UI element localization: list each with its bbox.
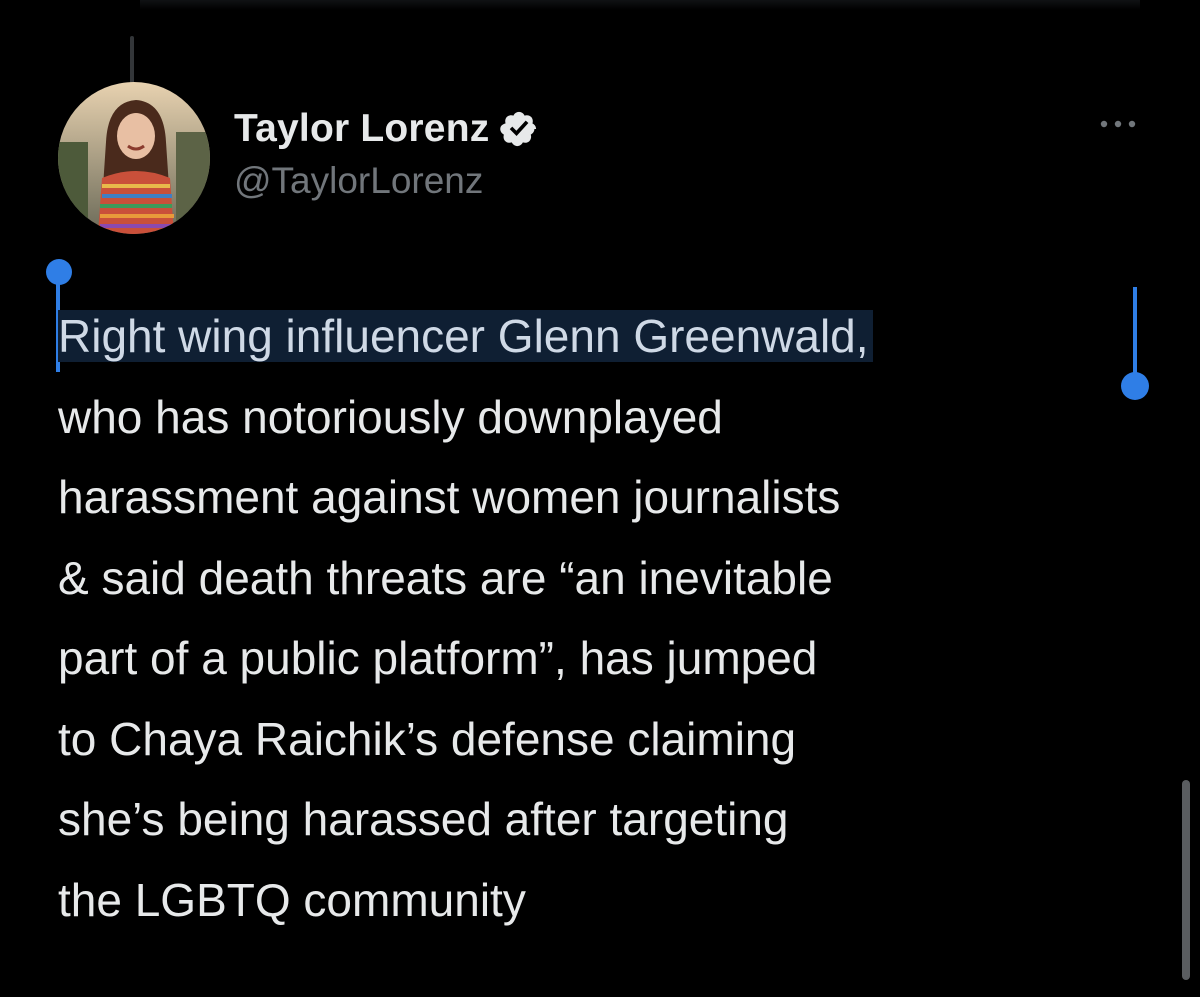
tweet-text-line-5: part of a public platform”, has jumped: [58, 632, 818, 684]
tweet-text-line-1: Right wing influencer Glenn Greenwald,: [58, 296, 1158, 377]
verified-badge-icon: [499, 109, 539, 149]
tweet-text-line-3: harassment against women journalists: [58, 471, 841, 523]
thread-connector-line: [130, 36, 134, 88]
tweet-text-line-7: she’s being harassed after targeting: [58, 793, 789, 845]
tweet-text: Right wing influencer Glenn Greenwald, w…: [58, 296, 1158, 940]
selected-text[interactable]: Right wing influencer Glenn Greenwald,: [58, 310, 873, 362]
selection-end-caret: [1133, 287, 1137, 383]
author-handle[interactable]: @TaylorLorenz: [234, 160, 483, 202]
author-name-row: Taylor Lorenz: [234, 104, 539, 154]
author-display-name[interactable]: Taylor Lorenz: [234, 107, 489, 151]
tweet-text-line-2: who has notoriously downplayed: [58, 390, 723, 443]
scrollbar[interactable]: [1182, 780, 1190, 980]
tweet-text-line-8: the LGBTQ community: [58, 873, 526, 926]
selection-end-handle[interactable]: [1121, 372, 1149, 400]
avatar-image: [58, 82, 210, 234]
tweet-text-line-4: & said death threats are “an inevitable: [58, 551, 833, 604]
more-options-icon[interactable]: [1098, 112, 1138, 136]
previous-tweet-edge: [140, 0, 1140, 10]
avatar[interactable]: [58, 82, 210, 234]
tweet-text-line-6: to Chaya Raichik’s defense claiming: [58, 712, 797, 765]
